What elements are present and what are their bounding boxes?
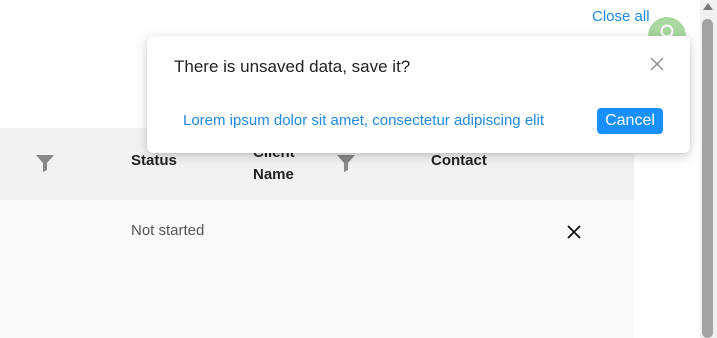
cancel-button[interactable]: Cancel	[597, 108, 663, 134]
close-icon[interactable]	[650, 57, 664, 71]
filter-icon[interactable]	[336, 153, 356, 173]
column-header-contact[interactable]: Contact	[431, 150, 487, 172]
close-all-link[interactable]: Close all	[592, 8, 650, 25]
scroll-up-arrow-icon[interactable]	[703, 3, 713, 10]
close-icon[interactable]	[565, 223, 583, 241]
column-header-status[interactable]: Status	[131, 150, 177, 172]
notification-link[interactable]: Lorem ipsum dolor sit amet, consectetur …	[183, 112, 544, 129]
filter-icon[interactable]	[35, 153, 55, 173]
unsaved-data-notification: There is unsaved data, save it? Lorem ip…	[147, 36, 690, 153]
scrollbar-thumb[interactable]	[702, 19, 713, 338]
table-body: Not started	[0, 200, 634, 338]
status-cell: Not started	[131, 222, 205, 239]
page: Status Client Name Contact Not started C…	[0, 0, 717, 338]
notification-title: There is unsaved data, save it?	[174, 57, 411, 76]
